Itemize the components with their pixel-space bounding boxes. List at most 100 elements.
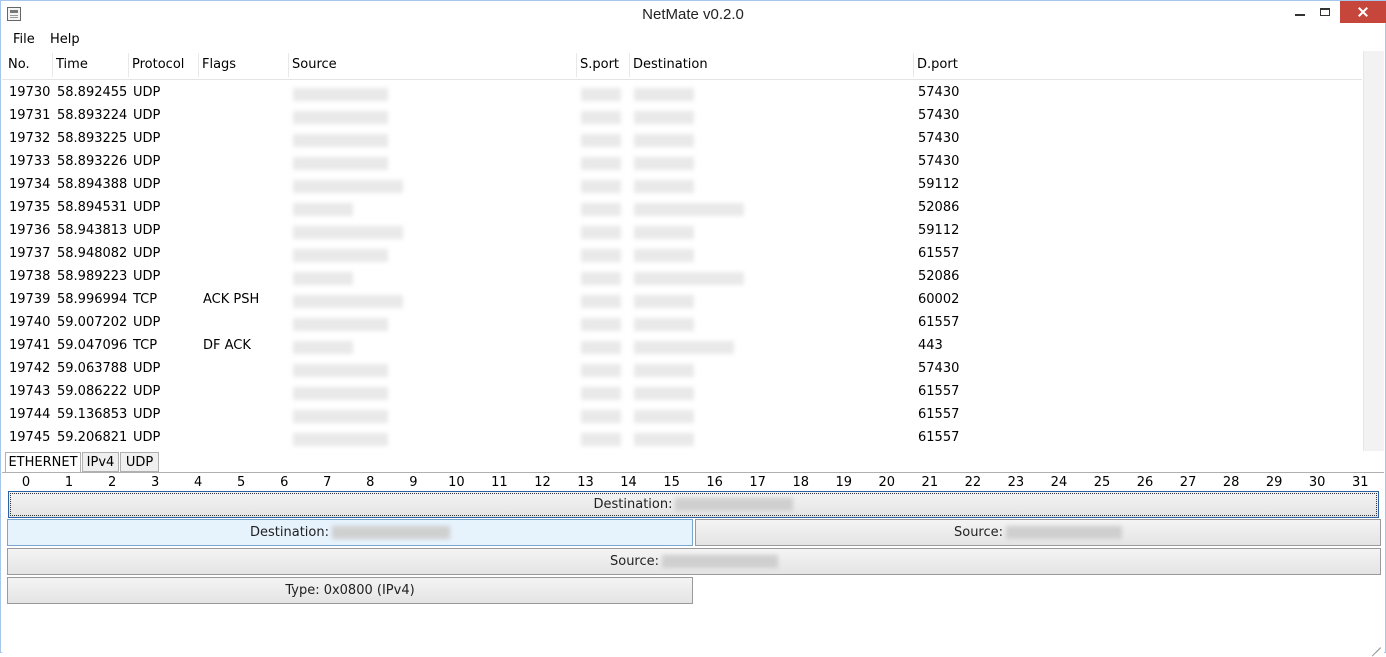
redacted-sport [581, 203, 621, 216]
cell-time: 58.989223 [57, 269, 128, 284]
table-row[interactable]: 19739 58.996994 TCP ACK PSH 60002 [2, 289, 1362, 312]
cell-protocol: UDP [133, 246, 161, 261]
menu-help[interactable]: Help [50, 32, 80, 47]
redacted-sport [581, 180, 621, 193]
bit-ruler-label: 1 [64, 475, 74, 490]
cell-protocol: UDP [133, 223, 161, 238]
cell-time: 58.894388 [57, 177, 128, 192]
bit-ruler-label: 20 [878, 475, 896, 490]
tab-udp[interactable]: UDP [120, 452, 159, 472]
cell-protocol: UDP [133, 407, 161, 422]
redacted-destination [634, 157, 694, 170]
bit-ruler-label: 28 [1222, 475, 1240, 490]
table-row[interactable]: 19745 59.206821 UDP 61557 [2, 427, 1362, 450]
redacted-value [331, 526, 450, 539]
table-row[interactable]: 19744 59.136853 UDP 61557 [2, 404, 1362, 427]
redacted-source [293, 341, 353, 354]
column-header-protocol[interactable]: Protocol [132, 57, 184, 72]
column-separator[interactable] [913, 53, 914, 77]
redacted-sport [581, 295, 621, 308]
cell-dport: 61557 [918, 315, 960, 330]
cell-time: 58.893225 [57, 131, 128, 146]
bit-ruler-label: 6 [280, 475, 289, 490]
table-row[interactable]: 19741 59.047096 TCP DF ACK 443 [2, 335, 1362, 358]
bit-ruler-label: 22 [964, 475, 982, 490]
field-source-half[interactable]: Source: [695, 519, 1381, 546]
redacted-sport [581, 88, 621, 101]
column-header-flags[interactable]: Flags [202, 57, 236, 72]
redacted-source [293, 318, 388, 331]
redacted-value [1006, 526, 1123, 539]
column-separator[interactable] [52, 53, 53, 77]
table-row[interactable]: 19736 58.943813 UDP 59112 [2, 220, 1362, 243]
cell-no: 19740 [9, 315, 51, 330]
table-row[interactable]: 19737 58.948082 UDP 61557 [2, 243, 1362, 266]
table-row[interactable]: 19730 58.892455 UDP 57430 [2, 82, 1362, 105]
table-row[interactable]: 19743 59.086222 UDP 61557 [2, 381, 1362, 404]
redacted-sport [581, 111, 621, 124]
tab-ipv4[interactable]: IPv4 [82, 452, 119, 472]
redacted-sport [581, 387, 621, 400]
table-body[interactable]: 19730 58.892455 UDP 57430 19731 58.893224 UDP 5… [2, 82, 1362, 450]
redacted-destination [634, 387, 694, 400]
bit-ruler-label: 5 [237, 475, 246, 490]
tab-ethernet[interactable]: ETHERNET [5, 452, 81, 473]
redacted-sport [581, 364, 621, 377]
field-source-full[interactable]: Source: [7, 548, 1381, 575]
cell-time: 59.086222 [57, 384, 128, 399]
table-row[interactable]: 19734 58.894388 UDP 59112 [2, 174, 1362, 197]
cell-protocol: UDP [133, 108, 161, 123]
column-separator[interactable] [576, 53, 577, 77]
title-bar[interactable]: NetMate v0.2.0 [1, 1, 1386, 28]
column-separator[interactable] [128, 53, 129, 77]
table-row[interactable]: 19733 58.893226 UDP 57430 [2, 151, 1362, 174]
bit-ruler-label: 31 [1351, 475, 1369, 490]
bit-ruler-label: 9 [409, 475, 418, 490]
field-destination-full[interactable]: Destination: [8, 491, 1379, 518]
bit-ruler-label: 21 [921, 475, 939, 490]
redacted-destination [634, 88, 694, 101]
bit-ruler-label: 3 [150, 475, 160, 490]
column-separator[interactable] [288, 53, 289, 77]
field-type[interactable]: Type: 0x0800 (IPv4) [7, 577, 693, 604]
maximize-button[interactable] [1310, 1, 1340, 27]
table-row[interactable]: 19732 58.893225 UDP 57430 [2, 128, 1362, 151]
redacted-sport [581, 157, 621, 170]
bit-ruler-label: 24 [1050, 475, 1068, 490]
cell-time: 59.206821 [57, 430, 128, 445]
redacted-destination [634, 364, 694, 377]
redacted-source [293, 180, 403, 193]
redacted-sport [581, 134, 621, 147]
table-row[interactable]: 19740 59.007202 UDP 61557 [2, 312, 1362, 335]
redacted-destination [634, 341, 734, 354]
close-button[interactable] [1340, 1, 1386, 23]
table-row[interactable]: 19738 58.989223 UDP 52086 [2, 266, 1362, 289]
table-row[interactable]: 19742 59.063788 UDP 57430 [2, 358, 1362, 381]
bit-ruler-label: 2 [107, 475, 117, 490]
field-label: Destination: [250, 525, 329, 540]
packet-table[interactable]: No. Time Protocol Flags Source S.port De… [2, 51, 1384, 451]
resize-grip[interactable] [1367, 634, 1383, 650]
menu-file[interactable]: File [13, 32, 35, 47]
column-header-time[interactable]: Time [56, 57, 88, 72]
table-row[interactable]: 19735 58.894531 UDP 52086 [2, 197, 1362, 220]
cell-dport: 52086 [918, 269, 960, 284]
column-header-source[interactable]: Source [292, 57, 337, 72]
column-separator[interactable] [629, 53, 630, 77]
redacted-sport [581, 249, 621, 262]
redacted-source [293, 433, 388, 446]
column-header-dport[interactable]: D.port [917, 57, 958, 72]
cell-protocol: UDP [133, 269, 161, 284]
column-header-no[interactable]: No. [8, 57, 30, 72]
column-header-sport[interactable]: S.port [580, 57, 619, 72]
cell-dport: 61557 [918, 246, 960, 261]
table-row[interactable]: 19731 58.893224 UDP 57430 [2, 105, 1362, 128]
table-scrollbar[interactable] [1363, 51, 1384, 451]
field-destination-half[interactable]: Destination: [7, 519, 693, 546]
bit-ruler-label: 14 [620, 475, 637, 490]
column-header-destination[interactable]: Destination [633, 57, 708, 72]
cell-dport: 443 [918, 338, 943, 353]
cell-flags: DF ACK [203, 338, 251, 353]
column-separator[interactable] [198, 53, 199, 77]
cell-protocol: UDP [133, 315, 161, 330]
